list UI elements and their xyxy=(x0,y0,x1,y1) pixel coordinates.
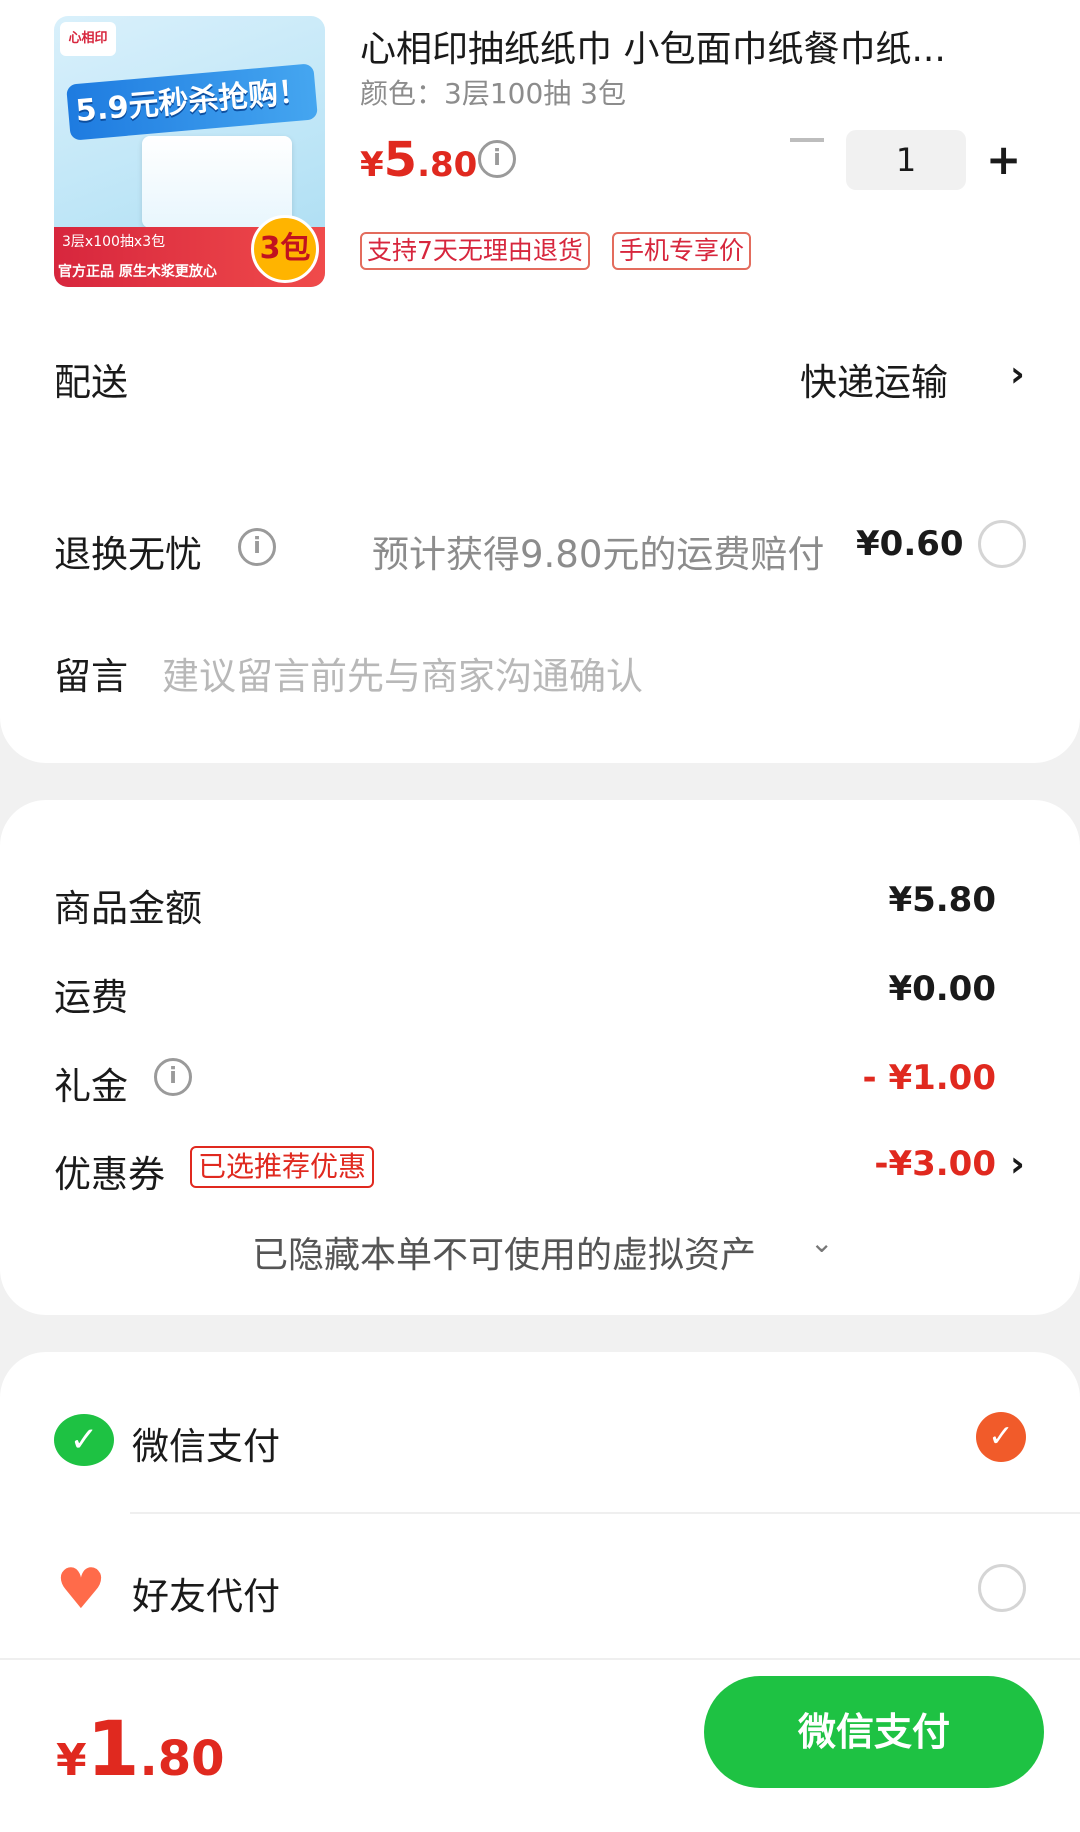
return-insurance-desc: 预计获得9.80元的运费赔付 xyxy=(372,533,825,576)
quantity-input[interactable]: 1 xyxy=(846,130,966,190)
goods-amount-label: 商品金额 xyxy=(54,887,202,930)
quantity-plus-icon[interactable]: + xyxy=(986,138,1021,182)
chevron-right-icon[interactable]: › xyxy=(1010,354,1025,395)
price-info-icon[interactable]: i xyxy=(478,140,516,178)
pack-count-badge: 3包 xyxy=(251,215,319,283)
gift-info-icon[interactable]: i xyxy=(154,1058,192,1096)
return-insurance-info-icon[interactable]: i xyxy=(238,528,276,566)
promo-banner: 5.9元秒杀抢购！ xyxy=(66,63,318,141)
coupon-label: 优惠券 xyxy=(54,1153,165,1196)
friend-pay-label[interactable]: 好友代付 xyxy=(132,1566,280,1620)
return-insurance-price: ¥0.60 xyxy=(856,524,964,564)
friend-pay-radio[interactable] xyxy=(978,1564,1026,1612)
shipping-value: ¥0.00 xyxy=(888,969,996,1009)
product-image[interactable]: 心相印 5.9元秒杀抢购！ 3层x100抽x3包 官方正品 原生木浆更放心 3包 xyxy=(54,16,325,287)
gift-money-label: 礼金 xyxy=(54,1065,128,1108)
total-price: ¥1.80 xyxy=(56,1704,225,1793)
quantity-minus-icon[interactable] xyxy=(790,138,824,142)
brand-logo: 心相印 xyxy=(60,22,116,56)
product-variant[interactable]: 颜色：3层100抽 3包 xyxy=(360,72,626,112)
strip-slogan: 官方正品 原生木浆更放心 xyxy=(58,264,217,280)
message-input[interactable]: 建议留言前先与商家沟通确认 xyxy=(162,646,643,700)
check-icon[interactable]: ✓ xyxy=(976,1412,1026,1462)
return-insurance-radio[interactable] xyxy=(978,520,1026,568)
chevron-down-icon[interactable]: ⌄ xyxy=(810,1226,833,1259)
wechat-icon: ✓ xyxy=(54,1414,114,1466)
wechat-pay-label[interactable]: 微信支付 xyxy=(132,1416,280,1470)
strip-spec: 3层x100抽x3包 xyxy=(62,234,166,250)
coupon-value[interactable]: -¥3.00 xyxy=(736,1144,996,1184)
payment-divider xyxy=(130,1512,1080,1514)
delivery-label: 配送 xyxy=(54,361,128,404)
heart-yen-icon: ♥ xyxy=(55,1557,107,1622)
coupon-recommended-tag[interactable]: 已选推荐优惠 xyxy=(190,1146,375,1188)
product-title: 心相印抽纸纸巾 小包面巾纸餐巾纸... xyxy=(360,29,946,70)
goods-amount-value: ¥5.80 xyxy=(888,880,996,920)
mobile-price-tag: 手机专享价 xyxy=(612,232,752,270)
delivery-method[interactable]: 快递运输 xyxy=(800,352,948,406)
product-price: ¥5.80 xyxy=(360,132,478,188)
return-policy-tag: 支持7天无理由退货 xyxy=(360,232,590,270)
coupon-chevron-right-icon[interactable]: › xyxy=(1010,1144,1025,1185)
message-label: 留言 xyxy=(54,655,128,698)
return-insurance-label: 退换无忧 xyxy=(54,533,202,576)
wechat-pay-button[interactable]: 微信支付 xyxy=(704,1676,1044,1788)
shipping-label: 运费 xyxy=(54,976,128,1019)
gift-money-value: - ¥1.00 xyxy=(862,1058,997,1098)
hidden-assets-toggle[interactable]: 已隐藏本单不可使用的虚拟资产 xyxy=(252,1226,756,1278)
tissue-pack-graphic xyxy=(142,136,292,228)
